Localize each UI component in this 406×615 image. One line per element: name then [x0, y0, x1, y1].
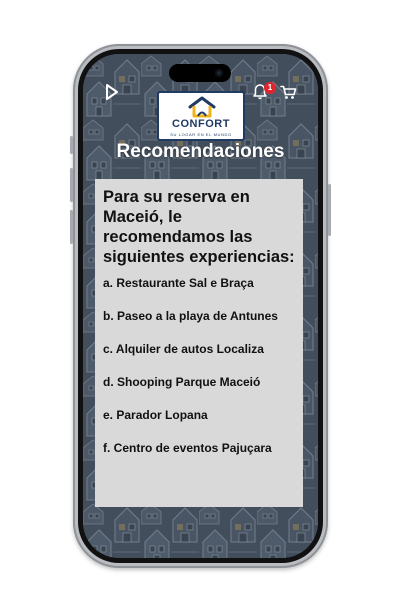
cart-icon[interactable]	[280, 85, 297, 104]
brand-tagline: SU LOGAR EN EL MUNDO	[170, 132, 232, 137]
dynamic-island	[169, 64, 231, 82]
phone-frame: 1 CONFORT SU LOGAR EN EL MUNDO Recomenda…	[70, 44, 331, 568]
volume-up-button	[70, 168, 73, 202]
house-logo-icon	[188, 96, 216, 118]
action-button	[70, 136, 73, 154]
brand-name: CONFORT	[172, 118, 230, 130]
notification-badge: 1	[264, 82, 276, 94]
play-icon[interactable]	[105, 84, 119, 104]
page-title: Recomendaciones	[116, 141, 285, 162]
recommendation-item[interactable]: a. Restaurante Sal e Braça	[103, 276, 295, 291]
volume-down-button	[70, 210, 73, 244]
recommendations-intro: Para su reserva en Maceió, le recomendam…	[103, 188, 295, 266]
recommendations-card: Para su reserva en Maceió, le recomendam…	[95, 179, 303, 507]
confort-logo[interactable]: CONFORT SU LOGAR EN EL MUNDO	[157, 91, 245, 141]
recommendation-item[interactable]: c. Alquiler de autos Localiza	[103, 342, 295, 357]
recommendation-item[interactable]: b. Paseo a la playa de Antunes	[103, 309, 295, 324]
camera-icon	[215, 69, 223, 77]
phone-bezel: 1 CONFORT SU LOGAR EN EL MUNDO Recomenda…	[78, 49, 323, 563]
recommendation-item[interactable]: f. Centro de eventos Pajuçara	[103, 441, 295, 456]
recommendation-item[interactable]: d. Shooping Parque Maceió	[103, 375, 295, 390]
recommendation-item[interactable]: e. Parador Lopana	[103, 408, 295, 423]
power-button	[328, 184, 331, 236]
app-screen: 1 CONFORT SU LOGAR EN EL MUNDO Recomenda…	[83, 54, 318, 558]
